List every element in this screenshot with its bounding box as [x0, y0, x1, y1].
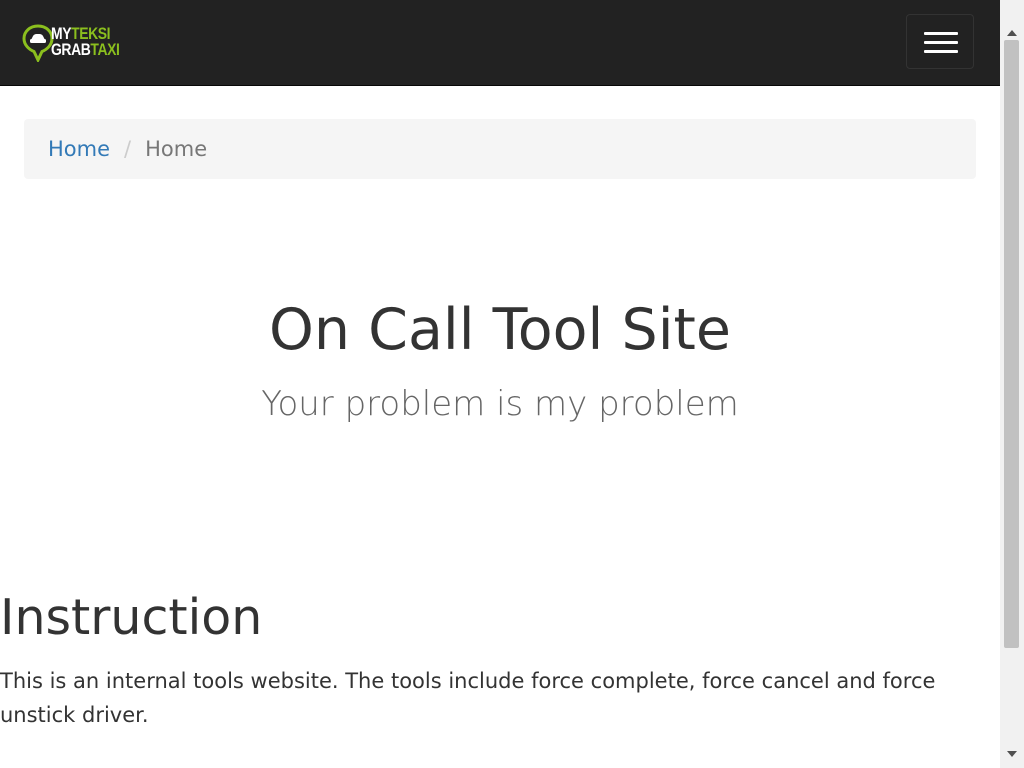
brand-logo[interactable]: MYTEKSI GRABTAXI — [22, 24, 137, 62]
instruction-heading: Instruction — [0, 589, 263, 646]
page-subtitle: Your problem is my problem — [261, 384, 739, 424]
logo-text-grab: GRAB — [51, 40, 91, 59]
breadcrumb: Home / Home — [24, 119, 976, 179]
hamburger-menu-icon-bar — [924, 50, 958, 53]
page: MYTEKSI GRABTAXI Home / Home On Call Tool … — [0, 0, 1000, 768]
navbar: MYTEKSI GRABTAXI — [0, 0, 1000, 86]
logo-line-2: GRABTAXI — [51, 40, 120, 59]
hamburger-menu-icon-bar — [924, 41, 958, 44]
instruction-text: This is an internal tools website. The t… — [0, 669, 936, 727]
breadcrumb-home-link[interactable]: Home — [48, 137, 110, 161]
scroll-up-arrow-icon[interactable] — [1007, 30, 1017, 36]
navbar-toggle-button[interactable] — [906, 14, 974, 69]
breadcrumb-current: Home — [145, 137, 208, 161]
scroll-down-arrow-icon[interactable] — [1007, 751, 1017, 757]
vertical-scrollbar[interactable] — [1000, 0, 1024, 768]
logo-text-taxi: TAXI — [90, 40, 120, 59]
page-title: On Call Tool Site — [269, 297, 731, 363]
hamburger-menu-icon — [924, 32, 958, 35]
scrollbar-thumb[interactable] — [1004, 40, 1019, 648]
breadcrumb-separator: / — [124, 137, 132, 161]
